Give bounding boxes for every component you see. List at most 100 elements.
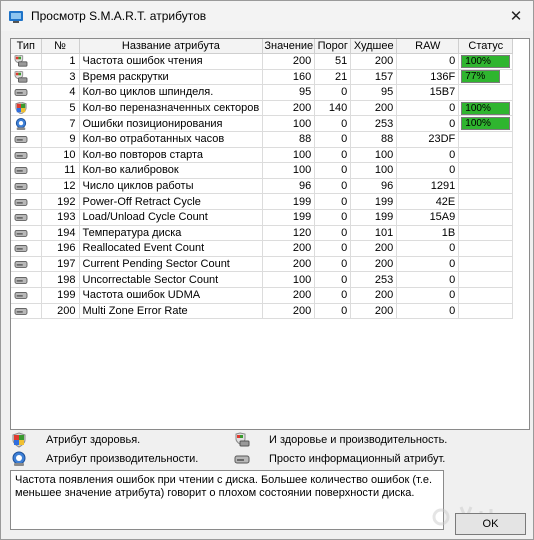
attribute-raw: 23DF [396,131,460,148]
table-row[interactable]: 5 Кол-во переназначенных секторов 200 140 20… [11,100,514,117]
attribute-threshold: 0 [314,271,352,288]
attribute-name: Uncorrectable Sector Count [79,271,264,288]
table-row[interactable]: 196 Reallocated Event Count 200 0 200 0 [11,240,514,257]
attribute-threshold: 0 [314,256,352,273]
table-row[interactable]: 7 Ошибки позиционирования 100 0 253 0 100% [11,115,514,132]
attribute-name: Load/Unload Cycle Count [79,209,264,226]
attribute-worst: 253 [350,271,398,288]
info-icon [14,151,28,159]
attribute-name: Число циклов работы [79,178,264,195]
attribute-threshold: 0 [314,178,352,195]
table-row[interactable]: 3 Время раскрутки 160 21 157 136F 77% [11,69,514,86]
attribute-raw: 0 [396,256,460,273]
legend-performance-text: Атрибут производительности. [46,453,199,465]
table-row[interactable]: 4 Кол-во циклов шпинделя. 95 0 95 15B7 [11,84,514,101]
info-icon [14,245,28,253]
attribute-threshold: 140 [314,100,352,117]
attribute-value: 100 [262,271,316,288]
attribute-value: 200 [262,53,316,70]
table-row[interactable]: 11 Кол-во калибровок 100 0 100 0 [11,162,514,179]
column-header[interactable]: № [41,39,80,54]
attributes-table[interactable]: Тип № Название атрибута Значение Порог Худшее… [10,38,530,430]
attribute-name: Power-Off Retract Cycle [79,193,264,210]
both-icon [14,70,28,83]
type-cell [11,115,42,132]
status-cell [458,84,514,101]
attribute-name: Частота ошибок UDMA [79,287,264,304]
table-row[interactable]: 199 Частота ошибок UDMA 200 0 200 0 [11,287,514,304]
status-cell: 77% [458,69,514,86]
table-row[interactable]: 198 Uncorrectable Sector Count 100 0 253 0 [11,271,514,288]
attribute-worst: 200 [350,256,398,273]
status-cell [458,162,514,179]
attribute-id: 4 [41,84,80,101]
status-cell: 100% [458,115,514,132]
attribute-worst: 95 [350,84,398,101]
table-row[interactable]: 1 Частота ошибок чтения 200 51 200 0 100% [11,53,514,70]
attribute-worst: 200 [350,303,398,320]
column-header[interactable]: Значение [262,39,316,54]
attribute-raw: 0 [396,271,460,288]
performance-icon [12,451,26,466]
attribute-threshold: 0 [314,131,352,148]
attribute-id: 5 [41,100,80,117]
attribute-worst: 101 [350,225,398,242]
attribute-threshold: 0 [314,193,352,210]
attribute-id: 3 [41,69,80,86]
attribute-id: 7 [41,115,80,132]
attribute-threshold: 0 [314,84,352,101]
status-cell: 100% [458,53,514,70]
info-icon [14,276,28,284]
table-row[interactable]: 193 Load/Unload Cycle Count 199 0 199 15A9 [11,209,514,226]
table-row[interactable]: 9 Кол-во отработанных часов 88 0 88 23DF [11,131,514,148]
attribute-worst: 100 [350,162,398,179]
type-cell [11,84,42,101]
title-bar: Просмотр S.M.A.R.T. атрибутов ✕ [1,1,533,31]
table-row[interactable]: 194 Температура диска 120 0 101 1B [11,225,514,242]
ok-button[interactable]: OK [455,513,526,535]
attribute-raw: 1B [396,225,460,242]
table-row[interactable]: 200 Multi Zone Error Rate 200 0 200 0 [11,303,514,320]
attribute-value: 200 [262,256,316,273]
column-header[interactable]: Статус [458,39,514,54]
status-cell [458,147,514,164]
table-row[interactable]: 192 Power-Off Retract Cycle 199 0 199 42E [11,193,514,210]
table-row[interactable]: 12 Число циклов работы 96 0 96 1291 [11,178,514,195]
info-icon [14,214,28,222]
attribute-worst: 200 [350,100,398,117]
column-header[interactable]: Название атрибута [79,39,264,54]
window-title: Просмотр S.M.A.R.T. атрибутов [31,9,207,23]
attribute-worst: 200 [350,287,398,304]
attribute-value: 100 [262,147,316,164]
table-row[interactable]: 197 Current Pending Sector Count 200 0 200 0 [11,256,514,273]
type-cell [11,287,42,304]
column-header[interactable]: Тип [11,39,42,54]
close-button[interactable]: ✕ [499,1,533,31]
attribute-id: 196 [41,240,80,257]
attribute-value: 95 [262,84,316,101]
legend-info-text: Просто информационный атрибут. [269,453,446,465]
attribute-raw: 15B7 [396,84,460,101]
legend-both-text: И здоровье и производительность. [269,434,448,446]
type-cell [11,193,42,210]
attribute-worst: 88 [350,131,398,148]
attribute-raw: 42E [396,193,460,210]
column-header[interactable]: Порог [314,39,352,54]
attribute-value: 160 [262,69,316,86]
attribute-worst: 157 [350,69,398,86]
hard-drive-icon [234,455,250,464]
attribute-raw: 0 [396,115,460,132]
attribute-value: 120 [262,225,316,242]
attribute-worst: 100 [350,147,398,164]
column-header[interactable]: RAW [396,39,460,54]
attribute-id: 192 [41,193,80,210]
column-header[interactable]: Худшее [350,39,398,54]
attribute-id: 194 [41,225,80,242]
app-icon [9,11,23,23]
table-row[interactable]: 10 Кол-во повторов старта 100 0 100 0 [11,147,514,164]
attribute-name: Кол-во повторов старта [79,147,264,164]
status-cell [458,131,514,148]
attribute-id: 9 [41,131,80,148]
status-bar: 77% [461,70,501,84]
attribute-name: Кол-во калибровок [79,162,264,179]
